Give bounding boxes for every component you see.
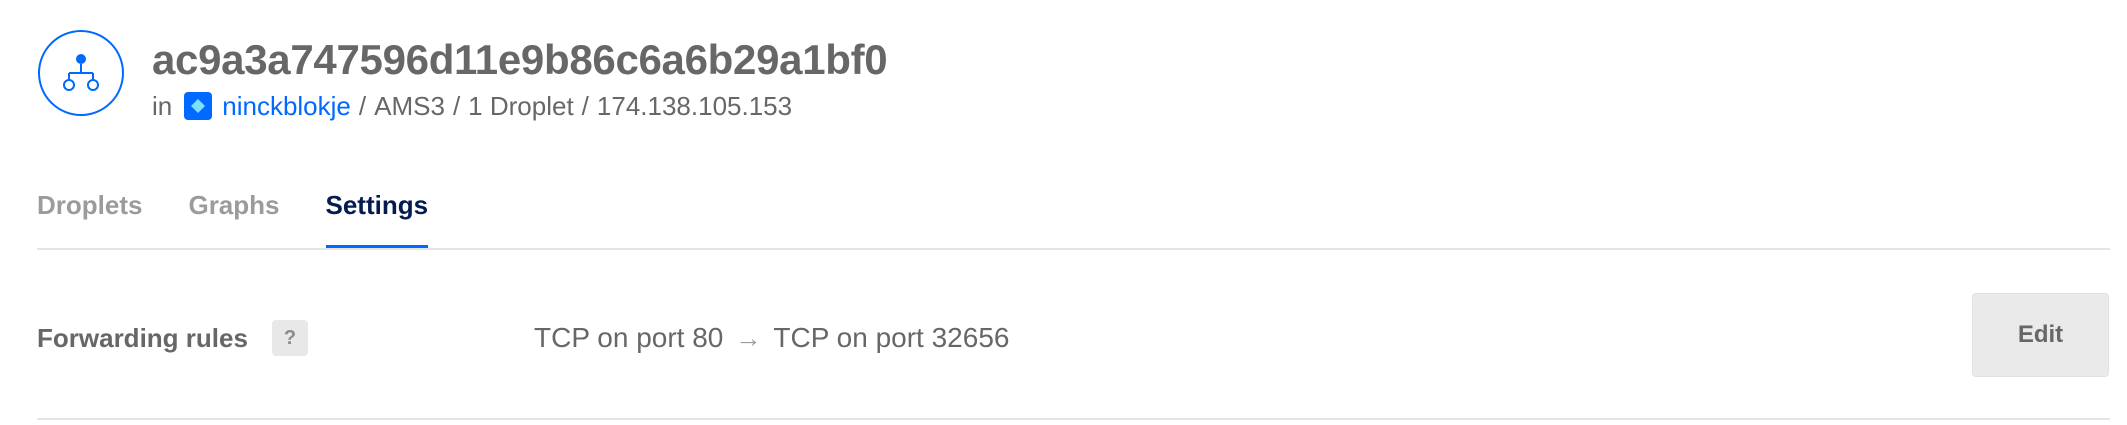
page-title: ac9a3a747596d11e9b86c6a6b29a1bf0 (152, 36, 888, 83)
row-divider (37, 418, 2110, 420)
tab-droplets[interactable]: Droplets (37, 180, 142, 248)
load-balancer-icon (38, 30, 124, 116)
rule-target: TCP on port 32656 (773, 322, 1010, 353)
forwarding-rules-label: Forwarding rules (37, 323, 248, 353)
rule-source: TCP on port 80 (534, 322, 724, 353)
arrow-right-icon: → (735, 323, 762, 353)
project-link[interactable]: ninckblokje (222, 88, 351, 124)
project-icon (184, 92, 213, 120)
region-label: AMS3 (374, 91, 445, 121)
separator: / (581, 91, 589, 121)
edit-button[interactable]: Edit (1972, 293, 2109, 377)
tab-settings[interactable]: Settings (325, 180, 428, 248)
tab-bar: Droplets Graphs Settings (37, 180, 474, 250)
forwarding-rule: TCP on port 80 → TCP on port 32656 (534, 320, 1009, 356)
tab-graphs[interactable]: Graphs (188, 180, 279, 248)
breadcrumb: in ninckblokje / AMS3 / 1 Droplet / 174.… (152, 88, 792, 124)
help-icon[interactable]: ? (272, 320, 308, 356)
tab-divider (37, 248, 2110, 250)
droplet-count: 1 Droplet (468, 91, 574, 121)
separator: / (358, 91, 367, 121)
in-label: in (152, 91, 173, 121)
ip-address: 174.138.105.153 (596, 91, 793, 121)
separator: / (452, 91, 461, 121)
